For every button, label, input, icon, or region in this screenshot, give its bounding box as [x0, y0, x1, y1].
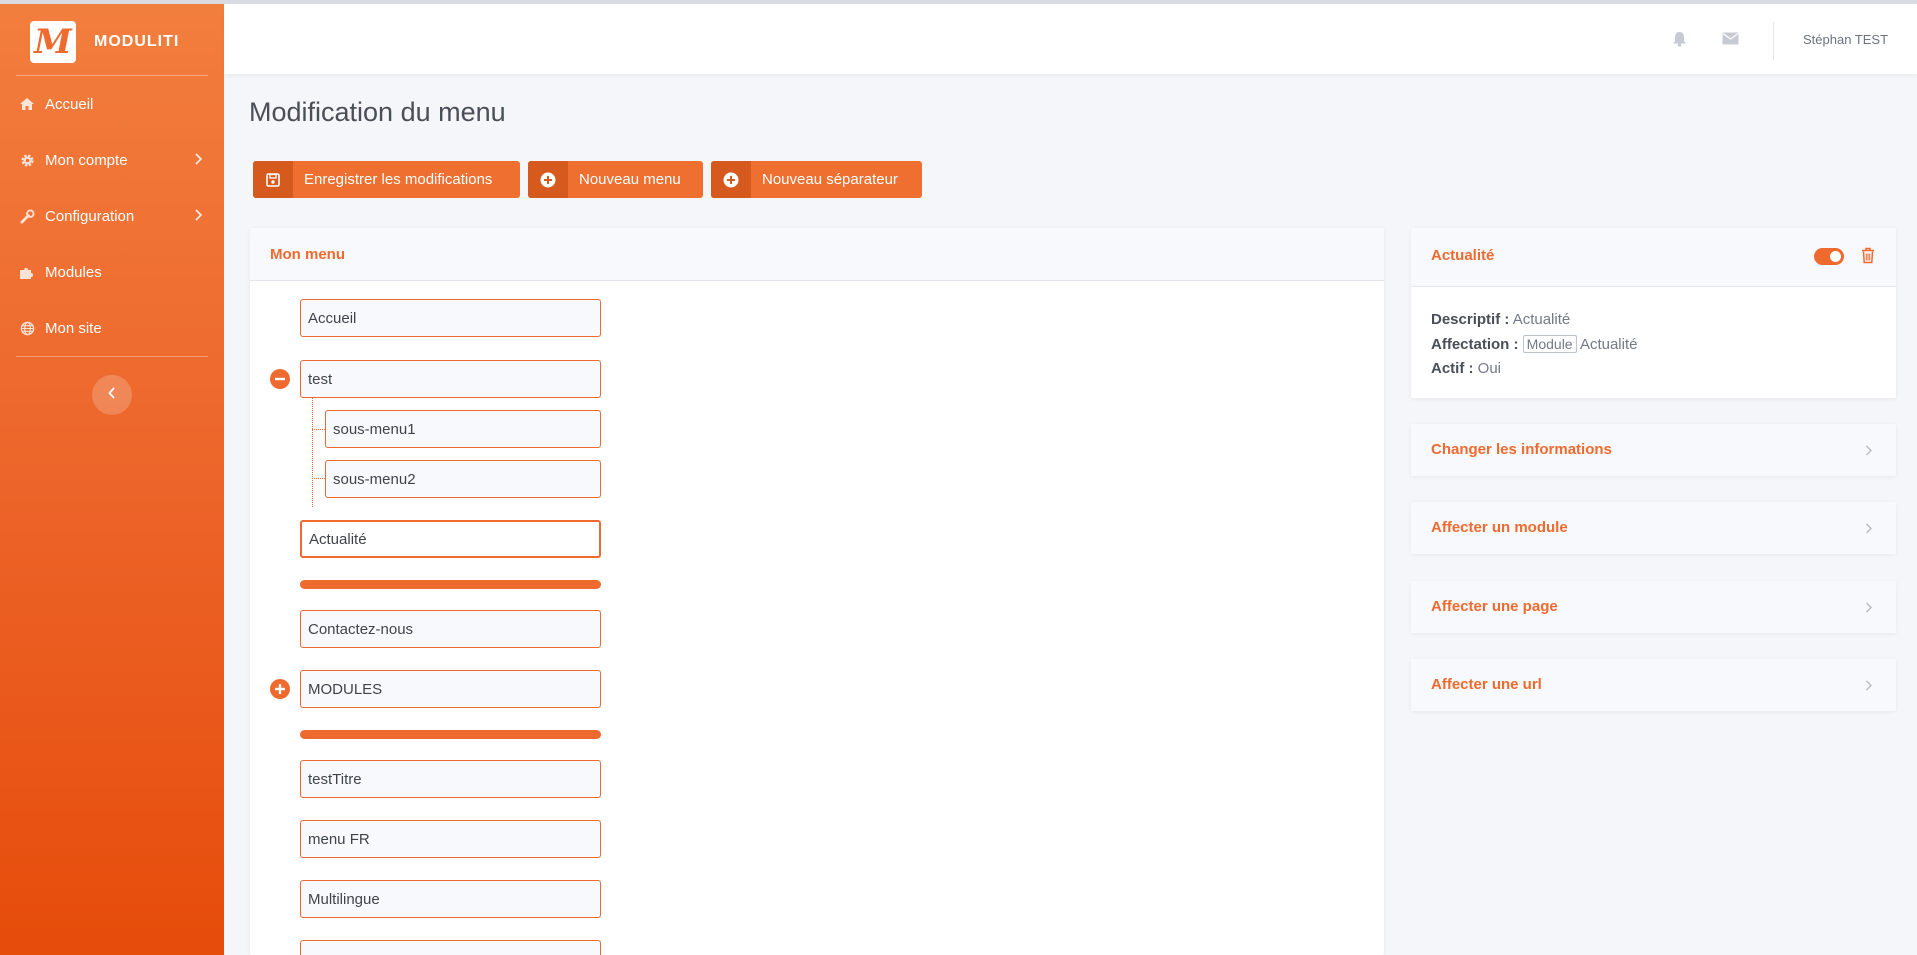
- envelope-icon[interactable]: [1722, 32, 1739, 50]
- actif-label: Actif :: [1431, 360, 1474, 377]
- topbar: Stéphan TEST: [224, 4, 1917, 74]
- detail-card-title: Actualité: [1431, 247, 1495, 264]
- menu-item-sous-menu1[interactable]: sous-menu1: [325, 410, 601, 448]
- bell-icon[interactable]: [1672, 31, 1687, 52]
- sidebar-item-label: Accueil: [45, 95, 94, 113]
- tree-connector: [312, 478, 325, 479]
- wrench-icon: [18, 208, 36, 224]
- affectation-label: Affectation :: [1431, 336, 1519, 353]
- new-menu-button[interactable]: Nouveau menu: [528, 161, 703, 198]
- chevron-right-icon: [1865, 678, 1872, 696]
- affectation-value: Actualité: [1579, 336, 1638, 353]
- collapse-minus-icon[interactable]: [270, 369, 290, 389]
- sidebar-item-label: Configuration: [45, 207, 135, 225]
- tree-connector: [312, 398, 313, 507]
- sidebar-item-label: Mon site: [45, 319, 102, 337]
- accordion-label: Affecter une page: [1431, 598, 1558, 615]
- chevron-left-icon: [108, 386, 116, 404]
- sidebar-divider: [16, 75, 208, 76]
- sidebar-item-label: Mon compte: [45, 151, 128, 169]
- plus-circle-icon: [528, 161, 568, 198]
- plus-circle-icon: [711, 161, 751, 198]
- save-button-label: Enregistrer les modifications: [304, 171, 493, 188]
- save-button[interactable]: Enregistrer les modifications: [253, 161, 520, 198]
- chevron-right-icon: [1865, 600, 1872, 618]
- home-icon: [18, 97, 36, 111]
- menu-item-testtitre[interactable]: testTitre: [300, 760, 601, 798]
- descriptif-label: Descriptif :: [1431, 311, 1510, 328]
- gear-icon: [18, 153, 36, 168]
- trash-icon[interactable]: [1861, 247, 1875, 269]
- menu-item-sous-menu2[interactable]: sous-menu2: [325, 460, 601, 498]
- active-toggle-switch[interactable]: [1814, 248, 1844, 265]
- accordion-label: Affecter une url: [1431, 676, 1542, 693]
- sidebar: M MODULITI Accueil Mon compte Configurat…: [0, 4, 224, 955]
- sidebar-item-accueil[interactable]: Accueil: [18, 90, 208, 118]
- affectation-row: Affectation : Module Actualité: [1431, 332, 1637, 357]
- menu-separator[interactable]: [300, 580, 601, 589]
- menu-card: Mon menu Accueil test sous-menu1 sous-me…: [250, 228, 1384, 955]
- sidebar-item-label: Modules: [45, 263, 102, 281]
- accordion-label: Changer les informations: [1431, 441, 1612, 458]
- menu-item-modules[interactable]: MODULES: [300, 670, 601, 708]
- actif-row: Actif : Oui: [1431, 357, 1637, 381]
- detail-body: Descriptif : Actualité Affectation : Mod…: [1431, 308, 1637, 381]
- topbar-divider: [1773, 22, 1774, 60]
- page-title: Modification du menu: [249, 97, 506, 127]
- new-separator-button[interactable]: Nouveau séparateur: [711, 161, 922, 198]
- menu-item-accueil[interactable]: Accueil: [300, 299, 601, 337]
- puzzle-icon: [18, 265, 36, 280]
- sidebar-item-mon-site[interactable]: Mon site: [18, 314, 208, 342]
- brand-name: MODULITI: [94, 33, 180, 50]
- menu-item-contactez-nous[interactable]: Contactez-nous: [300, 610, 601, 648]
- accordion-affecter-page[interactable]: Affecter une page: [1411, 581, 1896, 633]
- brand-logo: M: [30, 21, 76, 63]
- expand-plus-icon[interactable]: [270, 679, 290, 699]
- brand[interactable]: M MODULITI: [30, 20, 179, 64]
- menu-item-multilingue[interactable]: Multilingue: [300, 880, 601, 918]
- tree-connector: [312, 429, 325, 430]
- globe-icon: [18, 321, 36, 336]
- sidebar-item-configuration[interactable]: Configuration: [18, 202, 208, 230]
- chevron-right-icon: [194, 208, 203, 225]
- affectation-type-badge: Module: [1522, 335, 1577, 353]
- detail-card-header: Actualité: [1411, 228, 1896, 287]
- sidebar-collapse-button[interactable]: [92, 375, 132, 415]
- detail-card: Actualité Descriptif : Actualité Affecta…: [1411, 228, 1896, 398]
- accordion-affecter-url[interactable]: Affecter une url: [1411, 659, 1896, 711]
- actif-value: Oui: [1477, 360, 1502, 377]
- menu-card-title: Mon menu: [250, 228, 1384, 281]
- accordion-changer-informations[interactable]: Changer les informations: [1411, 424, 1896, 476]
- menu-item-partial[interactable]: [300, 940, 601, 955]
- chevron-right-icon: [1865, 443, 1872, 461]
- new-separator-button-label: Nouveau séparateur: [762, 171, 898, 188]
- menu-item-test[interactable]: test: [300, 360, 601, 398]
- sidebar-item-mon-compte[interactable]: Mon compte: [18, 146, 208, 174]
- chevron-right-icon: [1865, 521, 1872, 539]
- new-menu-button-label: Nouveau menu: [579, 171, 681, 188]
- chevron-right-icon: [194, 152, 203, 169]
- descriptif-row: Descriptif : Actualité: [1431, 308, 1637, 332]
- menu-separator[interactable]: [300, 730, 601, 739]
- accordion-label: Affecter un module: [1431, 519, 1568, 536]
- accordion-affecter-module[interactable]: Affecter un module: [1411, 502, 1896, 554]
- descriptif-value: Actualité: [1512, 311, 1571, 328]
- sidebar-item-modules[interactable]: Modules: [18, 258, 208, 286]
- floppy-disk-icon: [253, 161, 293, 198]
- sidebar-divider: [16, 356, 208, 357]
- user-name[interactable]: Stéphan TEST: [1803, 32, 1888, 47]
- menu-item-menu-fr[interactable]: menu FR: [300, 820, 601, 858]
- menu-item-actualite[interactable]: Actualité: [300, 520, 601, 558]
